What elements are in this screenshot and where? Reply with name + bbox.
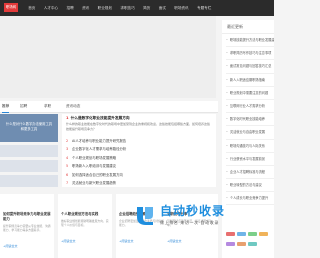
read-more-link[interactable]: +阅读全文 <box>164 236 218 246</box>
featured-image-caption-2: 和更多工具 <box>20 127 38 131</box>
main-nav: 首页 人才中心 招聘 资讯 职业规划 求职技巧 简历 面试 职场资讯 专题专栏 <box>24 0 216 16</box>
sidebar-item[interactable]: 求职简历写作技巧与注意事项 <box>226 47 274 61</box>
featured-image[interactable]: 什么是对什么数字办法使用工具 和更多工具 <box>0 114 58 142</box>
content-tabs: 推荐 招聘 求职 资讯动态 <box>0 101 218 113</box>
thumbnail-image[interactable] <box>0 175 58 187</box>
tag-badge[interactable] <box>226 232 235 236</box>
sidebar-item[interactable]: 职场沟通技巧与人际关系 <box>226 140 274 153</box>
nav-item[interactable]: 求职技巧 <box>116 0 139 16</box>
tab-jobseeking[interactable]: 求职 <box>44 101 51 112</box>
sidebar-list: 职场技能提升方法与职业发展建议 求职简历写作技巧与注意事项 面试常见问题与回答技… <box>222 34 274 206</box>
list-item[interactable]: 4 个人职业规划与职场发展策略 <box>62 154 216 162</box>
read-more-link[interactable]: +阅读全文 <box>0 241 54 251</box>
rank-marker: 1 <box>66 116 69 120</box>
nav-item[interactable]: 职场资讯 <box>170 0 193 16</box>
tag-badge[interactable] <box>259 232 268 236</box>
list-item-text: AI人才培养与职业能力提升研究报告 <box>72 139 127 143</box>
sidebar-item[interactable]: 新人入职适应期职场指南 <box>226 74 274 87</box>
sidebar-item[interactable]: 职场技能提升方法与职业发展建议 <box>226 34 274 48</box>
featured-article-desc: 什么样的职业技能在数字化时代的职场中更加受到企业的重视和欢迎，这些技能包括哪些方… <box>66 122 211 131</box>
top-navigation-bar: 职场网 首页 人才中心 招聘 资讯 职业规划 求职技巧 简历 面试 职场资讯 专… <box>0 0 274 16</box>
tab-jobs[interactable]: 招聘 <box>20 101 27 112</box>
list-item-text: 职场新人入职培训与发展建议 <box>72 164 117 169</box>
card-title: 如何提升职场竞争力与职业发展能力 <box>3 212 51 221</box>
sidebar-title: 最近更新 <box>222 20 274 34</box>
tag-badge[interactable] <box>226 242 235 246</box>
nav-item[interactable]: 招聘 <box>62 0 78 16</box>
thumbnail-image[interactable] <box>0 160 58 172</box>
watermark-text: 自动秒收录 <box>160 204 226 218</box>
sidebar-item[interactable]: 企业人才招聘标准与流程 <box>226 166 274 180</box>
watermark-logo-icon <box>137 207 153 225</box>
nav-item[interactable]: 人才中心 <box>40 0 63 16</box>
list-item-text: 个人职业规划与职场发展策略 <box>72 155 117 160</box>
list-item[interactable]: 3 企业数字化人才需求与培养路径分析 <box>62 145 216 153</box>
sidebar-item[interactable]: 职业规划中需要注意的问题 <box>226 87 274 100</box>
article-card[interactable]: 个人职业规划方法与实践 做好职业规划能帮助明确发展方向，实现个人价值与目标。 +… <box>58 194 112 258</box>
nav-item[interactable]: 面试 <box>155 0 171 16</box>
list-item-text: 灵活就业与新兴职业发展趋势 <box>72 180 117 185</box>
read-more-link[interactable]: +阅读全文 <box>116 236 170 246</box>
list-item[interactable]: 5 职场新人入职培训与发展建议 <box>62 162 216 170</box>
card-desc: 做好职业规划能帮助明确发展方向，实现个人价值与目标。 <box>61 219 109 228</box>
tag-badge[interactable] <box>237 232 246 236</box>
tag-badge[interactable] <box>248 242 257 246</box>
list-item[interactable]: 2 AI人才培养与职业能力提升研究报告 <box>62 137 216 145</box>
article-list: 1 什么是数字化职业技能提升发展方向 什么样的职业技能在数字化时代的职场中更加受到… <box>62 114 216 188</box>
sidebar-item[interactable]: 互联网行业人才需求分析 <box>226 100 274 114</box>
sidebar-item[interactable]: 行业薪资水平与发展前景 <box>226 153 274 166</box>
list-item[interactable]: 7 灵活就业与新兴职业发展趋势 <box>62 179 216 187</box>
list-item-text: 如何选择适合自己的职业发展方向 <box>72 172 123 177</box>
nav-item[interactable]: 简历 <box>139 0 155 16</box>
watermark: 自动秒收录 做上排名·来访一次·自动收录 <box>134 204 244 230</box>
nav-item[interactable]: 职业规划 <box>93 0 116 16</box>
featured-title-text: 什么是数字化职业技能提升发展方向 <box>70 116 130 120</box>
article-card[interactable]: 如何提升职场竞争力与职业发展能力 提升职场竞争力需要从专业技能、沟通能力、学习能… <box>0 194 54 258</box>
sidebar-item[interactable]: 职业转型的方法与建议 <box>226 179 274 193</box>
tag-badge[interactable] <box>248 232 257 236</box>
card-desc: 提升职场竞争力需要从专业技能、沟通能力、学习能力等多方面着手。 <box>3 224 51 233</box>
card-title: 个人职业规划方法与实践 <box>61 212 99 216</box>
sidebar-item[interactable]: 面试常见问题与回答技巧汇总 <box>226 60 274 74</box>
featured-article-title[interactable]: 1 什么是数字化职业技能提升发展方向 <box>62 114 216 122</box>
sidebar-item[interactable]: 数字化时代职业技能培养 <box>226 113 274 127</box>
site-logo[interactable]: 职场网 <box>4 3 18 12</box>
nav-item[interactable]: 专题专栏 <box>193 0 216 16</box>
thumbnail-image[interactable] <box>0 145 58 157</box>
list-item-text: 企业数字化人才需求与培养路径分析 <box>72 147 127 152</box>
list-item[interactable]: 6 如何选择适合自己的职业发展方向 <box>62 171 216 179</box>
tag-badge[interactable] <box>237 242 246 246</box>
read-more-link[interactable]: +阅读全文 <box>58 236 112 246</box>
nav-item[interactable]: 首页 <box>24 0 40 16</box>
watermark-subtext: 做上排名·来访一次·自动收录 <box>160 220 219 225</box>
hero-banner[interactable] <box>0 16 216 98</box>
tab-news[interactable]: 资讯动态 <box>66 101 80 112</box>
nav-item[interactable]: 资讯 <box>78 0 94 16</box>
tab-recommend[interactable]: 推荐 <box>2 101 10 113</box>
sidebar-item[interactable]: 灵活就业与自由职业发展 <box>226 126 274 140</box>
